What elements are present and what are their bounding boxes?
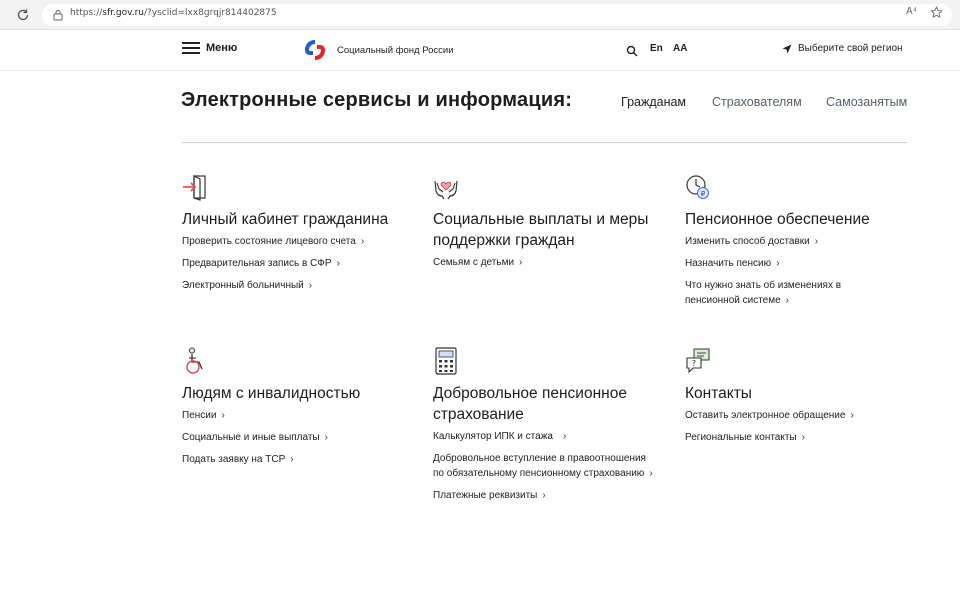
card-link[interactable]: Семьям с детьми › — [433, 255, 658, 270]
chevron-right-icon: › — [360, 236, 365, 247]
card-voluntary-insurance: Добровольное пенсионное страхование Каль… — [433, 347, 658, 510]
link-label: Оставить электронное обращение — [685, 410, 846, 421]
card-link[interactable]: Пенсии › — [182, 408, 412, 423]
chevron-right-icon: › — [336, 258, 340, 269]
read-aloud-icon[interactable]: A⁴ — [906, 6, 917, 17]
card-title[interactable]: Личный кабинет гражданина — [182, 209, 412, 230]
chat-question-icon: ? — [686, 348, 710, 374]
chevron-right-icon: › — [850, 410, 854, 421]
search-icon[interactable] — [626, 44, 638, 57]
link-label: Платежные реквизиты — [433, 490, 538, 501]
chevron-right-icon: › — [776, 258, 780, 269]
tab-citizens[interactable]: Гражданам — [621, 95, 686, 109]
card-link[interactable]: Добровольное вступление в правоотношения… — [433, 451, 658, 481]
chevron-right-icon: › — [814, 236, 819, 247]
link-label: Семьям с детьми — [433, 257, 515, 268]
favorite-star-icon[interactable] — [930, 6, 944, 20]
font-size-switch[interactable]: AA — [673, 43, 687, 54]
location-arrow-icon — [782, 44, 792, 53]
card-contacts: ? Контакты Оставить электронное обращени… — [685, 347, 907, 452]
region-label: Выберите свой регион — [798, 43, 903, 54]
card-link[interactable]: Оставить электронное обращение › — [685, 408, 907, 423]
card-links: Семьям с детьми › — [433, 255, 658, 270]
link-label: Добровольное вступление в правоотношения… — [433, 453, 646, 479]
browser-toolbar: https://sfr.gov.ru/?ysclid=lxx8grqjr8144… — [0, 0, 960, 30]
link-label: Проверить состояние лицевого счета — [182, 236, 356, 247]
chevron-right-icon: › — [785, 295, 790, 306]
card-pension: ₽ Пенсионное обеспечение Изменить способ… — [685, 173, 907, 315]
hands-heart-icon — [434, 180, 458, 200]
card-title[interactable]: Социальные выплаты и меры поддержки граж… — [433, 209, 658, 251]
chevron-right-icon: › — [324, 432, 328, 443]
card-link[interactable]: Социальные и иные выплаты › — [182, 430, 412, 445]
chevron-right-icon: › — [649, 468, 653, 479]
chevron-right-icon: › — [542, 490, 546, 501]
menu-button[interactable]: Меню — [182, 42, 237, 54]
link-label: Что нужно знать об изменениях в пенсионн… — [685, 280, 842, 306]
card-link[interactable]: Назначить пенсию › — [685, 256, 907, 271]
lock-icon[interactable] — [52, 8, 66, 22]
card-links: Изменить способ доставки › Назначить пенс… — [685, 234, 907, 308]
card-personal-account: Личный кабинет гражданина Проверить сост… — [182, 173, 412, 300]
link-label: Электронный больничный — [182, 280, 304, 291]
card-links: Проверить состояние лицевого счета › Пред… — [182, 234, 412, 293]
chevron-right-icon: › — [801, 432, 805, 443]
url-domain: sfr.gov.ru — [102, 8, 144, 18]
link-label: Социальные и иные выплаты — [182, 432, 320, 443]
card-links: Пенсии › Социальные и иные выплаты › Подат… — [182, 408, 412, 467]
url-prefix: https:// — [70, 8, 103, 18]
wheelchair-icon — [186, 347, 203, 374]
login-door-icon — [183, 175, 206, 201]
chevron-right-icon: › — [290, 454, 294, 465]
card-links: Калькулятор ИПК и стажа › Добровольное вс… — [433, 429, 658, 503]
section-divider — [182, 142, 907, 143]
link-label: Региональные контакты — [685, 432, 797, 443]
pension-clock-icon: ₽ — [686, 175, 709, 199]
url-rest: /?ysclid=lxx8grqjr814402875 — [143, 8, 277, 18]
svg-text:₽: ₽ — [701, 190, 706, 198]
reload-icon[interactable] — [14, 6, 32, 24]
sfr-logo-icon — [305, 40, 325, 60]
card-link[interactable]: Платежные реквизиты › — [433, 488, 658, 503]
card-title[interactable]: Контакты — [685, 383, 907, 404]
link-label: Калькулятор ИПК и стажа — [433, 431, 553, 442]
card-link[interactable]: Предварительная запись в СФР › — [182, 256, 412, 271]
brand-name: Социальный фонд России — [337, 44, 454, 56]
card-title[interactable]: Пенсионное обеспечение — [685, 209, 907, 230]
card-link[interactable]: Региональные контакты › — [685, 430, 907, 445]
tab-employers[interactable]: Страхователям — [712, 95, 802, 109]
url-text[interactable]: https://sfr.gov.ru/?ysclid=lxx8grqjr8144… — [70, 8, 277, 18]
hamburger-icon — [182, 42, 200, 54]
card-social-payments: Социальные выплаты и меры поддержки граж… — [433, 173, 658, 277]
region-selector[interactable]: Выберите свой регион — [782, 43, 903, 54]
svg-text:?: ? — [692, 359, 696, 368]
chevron-right-icon: › — [562, 431, 567, 442]
card-link[interactable]: Что нужно знать об изменениях в пенсионн… — [685, 278, 855, 308]
audience-tabs: Гражданам Страхователям Самозанятым — [0, 95, 960, 115]
card-disability: Людям с инвалидностью Пенсии › Социальные… — [182, 347, 412, 474]
card-title[interactable]: Добровольное пенсионное страхование — [433, 383, 658, 425]
chevron-right-icon: › — [308, 280, 313, 291]
site-logo[interactable]: Социальный фонд России — [303, 38, 454, 62]
link-label: Предварительная запись в СФР — [182, 258, 332, 269]
language-switch[interactable]: En — [650, 43, 663, 54]
card-links: Оставить электронное обращение › Регионал… — [685, 408, 907, 445]
tab-self-employed[interactable]: Самозанятым — [826, 95, 907, 109]
link-label: Изменить способ доставки — [685, 236, 810, 247]
link-label: Назначить пенсию — [685, 258, 772, 269]
card-link[interactable]: Калькулятор ИПК и стажа › — [433, 429, 658, 444]
card-link[interactable]: Проверить состояние лицевого счета › — [182, 234, 412, 249]
card-title[interactable]: Людям с инвалидностью — [182, 383, 412, 404]
card-link[interactable]: Подать заявку на ТСР › — [182, 452, 412, 467]
chevron-right-icon: › — [519, 257, 523, 268]
link-label: Пенсии — [182, 410, 217, 421]
link-label: Подать заявку на ТСР — [182, 454, 286, 465]
calculator-icon — [435, 347, 457, 375]
chevron-right-icon: › — [221, 410, 225, 421]
site-header: Меню Социальный фонд России En AA Выбери… — [0, 30, 960, 71]
card-link[interactable]: Изменить способ доставки › — [685, 234, 907, 249]
card-link[interactable]: Электронный больничный › — [182, 278, 412, 293]
menu-label: Меню — [206, 42, 238, 54]
